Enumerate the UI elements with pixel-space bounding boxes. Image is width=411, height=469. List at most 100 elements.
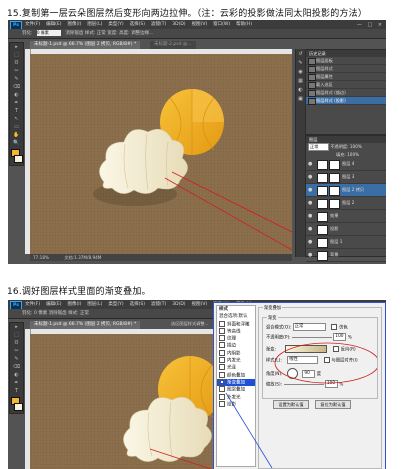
layer-row[interactable]: ● 效果 — [306, 210, 386, 223]
style-item[interactable]: 等高线 — [217, 327, 255, 335]
style-checkbox[interactable] — [219, 393, 225, 400]
tool-8-icon[interactable]: T — [11, 108, 22, 115]
style-item[interactable]: 纹理 — [217, 335, 255, 342]
menu-item-3[interactable]: 图层(L) — [87, 22, 102, 27]
layer-row[interactable]: ● 图层 3 — [306, 171, 386, 184]
style-item[interactable]: 斜面和浮雕 — [217, 320, 255, 328]
layer-row[interactable]: ● 背景 — [306, 249, 386, 262]
style-checkbox[interactable] — [219, 364, 225, 371]
layer-row[interactable]: ● 图层 2 拷贝 — [306, 184, 386, 197]
menu-item-0[interactable]: 文件(F) — [25, 302, 40, 307]
menu-item-5[interactable]: 选择(S) — [130, 302, 145, 307]
brush-icon[interactable]: ✎ — [297, 60, 304, 67]
visibility-eye-icon[interactable]: ● — [308, 171, 314, 183]
tool-8-icon[interactable]: T — [11, 388, 22, 395]
menu-item-5[interactable]: 选择(S) — [130, 22, 145, 27]
style-checkbox[interactable] — [219, 371, 225, 378]
history-item[interactable]: 图层属性 — [306, 73, 386, 81]
style-item[interactable]: 内发光 — [217, 357, 255, 364]
layer-row[interactable]: ● 投影 — [306, 223, 386, 236]
menu-item-8[interactable]: 视图(V) — [192, 302, 208, 307]
tool-10-icon[interactable]: ▭ — [11, 124, 22, 131]
tool-2-icon[interactable]: ʘ — [11, 340, 22, 347]
tool-4-icon[interactable]: ✎ — [11, 76, 22, 83]
style-checkbox[interactable] — [219, 357, 225, 364]
menu-item-2[interactable]: 图像(I) — [67, 302, 81, 307]
swatches-icon[interactable]: ▦ — [297, 78, 304, 85]
menu-item-7[interactable]: 3D(D) — [172, 302, 185, 307]
menu-item-9[interactable]: 窗口(W) — [213, 22, 230, 27]
style-checkbox[interactable] — [219, 342, 225, 349]
tool-9-icon[interactable]: ↖ — [11, 116, 22, 123]
menu-item-6[interactable]: 滤镜(T) — [151, 22, 166, 27]
color-icon[interactable]: ◉ — [297, 69, 304, 76]
style-checkbox[interactable] — [219, 327, 225, 334]
tool-2-icon[interactable]: ʘ — [11, 60, 22, 67]
feather-field[interactable]: 0 像素 — [36, 29, 61, 36]
style-checkbox[interactable] — [219, 386, 225, 393]
menu-item-1[interactable]: 编辑(E) — [46, 302, 61, 307]
tool-0-icon[interactable]: ▸ — [11, 324, 22, 331]
document-canvas[interactable] — [30, 334, 220, 469]
style-item[interactable]: 外发光 — [217, 393, 255, 401]
visibility-eye-icon[interactable]: ● — [308, 210, 314, 222]
styles-icon[interactable]: ▣ — [297, 96, 304, 103]
style-checkbox[interactable] — [219, 378, 225, 385]
menu-item-4[interactable]: 类型(Y) — [108, 302, 123, 307]
visibility-eye-icon[interactable]: ● — [308, 184, 314, 196]
menu-item-2[interactable]: 图像(I) — [67, 22, 81, 27]
tab-document-1[interactable]: 未标题-1.psd @ 66.7% (图层 2 拷贝, RGB/8#) * — [30, 321, 141, 329]
tool-7-icon[interactable]: ✒ — [11, 380, 22, 387]
tool-6-icon[interactable]: ◐ — [11, 92, 22, 99]
background-color-swatch[interactable] — [14, 403, 23, 411]
adjust-icon[interactable]: ◐ — [297, 87, 304, 94]
style-item[interactable]: 颜色叠加 — [217, 371, 255, 379]
tool-1-icon[interactable]: ⬚ — [11, 332, 22, 339]
set-default-button[interactable]: 设置为默认值 — [273, 400, 309, 409]
history-item[interactable]: 图层样式 (投影) — [306, 97, 386, 105]
layer-row[interactable]: ● 图层 4 — [306, 158, 386, 171]
history-icon[interactable]: ↺ — [297, 51, 304, 58]
history-item[interactable]: 图层样式 (描边) — [306, 89, 386, 97]
blend-mode-select[interactable]: 正常 — [308, 143, 329, 151]
tool-7-icon[interactable]: ✒ — [11, 100, 22, 107]
menu-item-4[interactable]: 类型(Y) — [108, 22, 123, 27]
menu-item-7[interactable]: 3D(D) — [172, 22, 185, 27]
tool-5-icon[interactable]: ⌫ — [11, 364, 22, 371]
reset-default-button[interactable]: 复位为默认值 — [315, 400, 351, 409]
background-color-swatch[interactable] — [14, 155, 23, 163]
style-item[interactable]: 描边 — [217, 342, 255, 349]
tool-4-icon[interactable]: ✎ — [11, 356, 22, 363]
visibility-eye-icon[interactable]: ● — [308, 197, 314, 209]
menu-item-0[interactable]: 文件(F) — [25, 22, 40, 27]
tool-3-icon[interactable]: ✂ — [11, 68, 22, 75]
visibility-eye-icon[interactable]: ● — [308, 223, 314, 235]
history-item[interactable]: 图层面板 — [306, 57, 386, 65]
tool-0-icon[interactable]: ▸ — [11, 44, 22, 51]
menu-item-1[interactable]: 编辑(E) — [46, 22, 61, 27]
tab-document-1[interactable]: 未标题-1.psd @ 66.7% (图层 2 拷贝, RGB/8#) * — [30, 41, 141, 49]
fill-value[interactable]: 100% — [347, 152, 359, 157]
menu-item-3[interactable]: 图层(L) — [87, 302, 102, 307]
history-item[interactable]: 载入选区 — [306, 81, 386, 89]
opacity-value[interactable]: 100% — [350, 144, 362, 149]
tool-5-icon[interactable]: ⌫ — [11, 84, 22, 91]
visibility-eye-icon[interactable]: ● — [308, 158, 314, 170]
style-item[interactable]: 渐变叠加 — [217, 378, 255, 387]
tool-3-icon[interactable]: ✂ — [11, 348, 22, 355]
style-item[interactable]: 光泽 — [217, 364, 255, 371]
style-checkbox[interactable] — [219, 335, 225, 342]
menu-item-6[interactable]: 滤镜(T) — [151, 302, 166, 307]
style-checkbox[interactable] — [219, 400, 225, 407]
blend-options-item[interactable]: 混合选项:默认 — [217, 313, 255, 320]
visibility-eye-icon[interactable]: ● — [308, 249, 314, 261]
history-item[interactable]: 图层样式 — [306, 65, 386, 73]
document-canvas[interactable] — [30, 54, 292, 254]
style-checkbox[interactable] — [219, 320, 225, 327]
style-checkbox[interactable] — [219, 349, 225, 356]
style-item[interactable]: 投影 — [217, 400, 255, 408]
menu-item-8[interactable]: 视图(V) — [192, 22, 208, 27]
visibility-eye-icon[interactable]: ● — [308, 236, 314, 248]
tool-1-icon[interactable]: ⬚ — [11, 52, 22, 59]
layer-row[interactable]: ● 图层 1 — [306, 236, 386, 249]
